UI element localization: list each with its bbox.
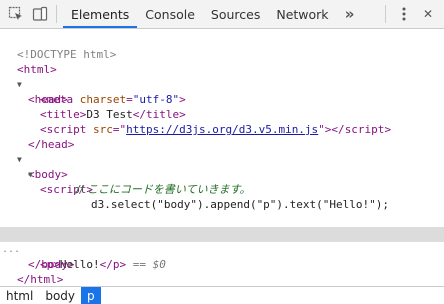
device-toggle-icon[interactable]: [28, 0, 52, 28]
script-comment-line: // ここにコードを書いていきます。: [0, 167, 444, 196]
dom-node-doctype[interactable]: <!DOCTYPE html>: [0, 32, 444, 61]
toolbar-divider: [56, 5, 57, 23]
kebab-menu-icon[interactable]: [392, 0, 416, 28]
html-close-tag: html: [30, 273, 57, 286]
close-devtools-button[interactable]: ✕: [416, 0, 440, 28]
dom-node-script-inline[interactable]: ▼ <script>: [0, 152, 444, 196]
dom-node-html[interactable]: <html>: [0, 47, 444, 76]
more-tabs-button[interactable]: »: [337, 0, 363, 28]
dom-node-p-selected[interactable]: ... <p>Hello!</p> == $0: [0, 227, 444, 271]
tab-elements[interactable]: Elements: [63, 0, 138, 28]
tab-network[interactable]: Network: [268, 0, 336, 28]
tab-sources[interactable]: Sources: [203, 0, 268, 28]
breadcrumb: html body p: [0, 286, 444, 304]
devtools-toolbar: Elements Console Sources Network » ✕: [0, 0, 444, 29]
breadcrumb-p[interactable]: p: [81, 287, 101, 304]
breadcrumb-html[interactable]: html: [0, 287, 39, 304]
tab-console[interactable]: Console: [137, 0, 203, 28]
script-code-line: d3.select("body").append("p").text("Hell…: [0, 182, 444, 211]
dom-node-title[interactable]: <title>D3 Test</title>: [0, 92, 444, 121]
dom-node-head[interactable]: ▼ <head>: [0, 62, 444, 106]
inspect-element-icon[interactable]: [4, 0, 28, 28]
dom-node-script-src[interactable]: <script src="https://d3js.org/d3.v5.min.…: [0, 107, 444, 136]
toolbar-divider-right: [385, 5, 386, 23]
elements-dom-tree: <!DOCTYPE html> <html> ▼ <head> <meta ch…: [0, 30, 444, 286]
dom-node-html-close[interactable]: </html>: [0, 257, 444, 286]
dom-node-meta[interactable]: <meta charset="utf-8">: [0, 77, 444, 106]
script-code-text: d3.select("body").append("p").text("Hell…: [91, 198, 390, 211]
dom-node-body[interactable]: ▼ <body>: [0, 137, 444, 181]
dom-node-head-close[interactable]: </head>: [0, 122, 444, 151]
breadcrumb-body[interactable]: body: [39, 287, 81, 304]
dom-node-script-close[interactable]: </script>: [0, 212, 444, 241]
dom-node-body-close[interactable]: </body>: [0, 242, 444, 271]
